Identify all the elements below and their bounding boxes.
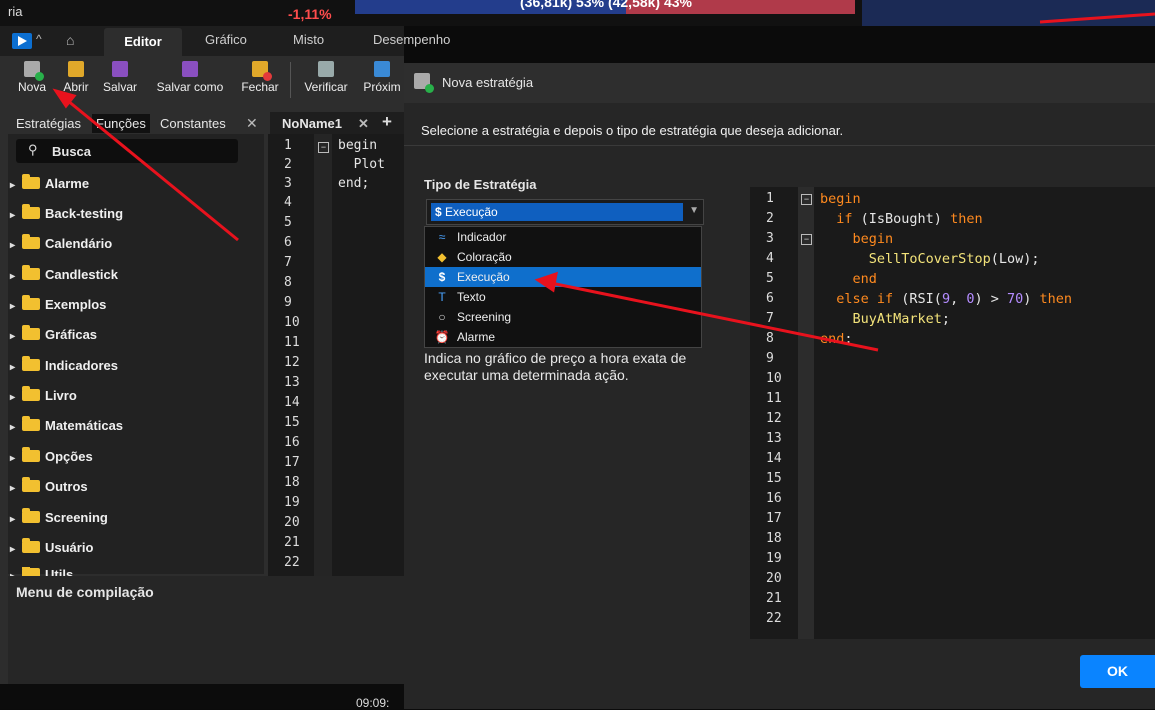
arrow-to-nova (61, 94, 239, 242)
annotation-arrows (52, 12, 1155, 352)
arrow-to-execucao (545, 280, 879, 352)
arrow-background (1039, 12, 1155, 24)
arrow-head (534, 271, 558, 293)
